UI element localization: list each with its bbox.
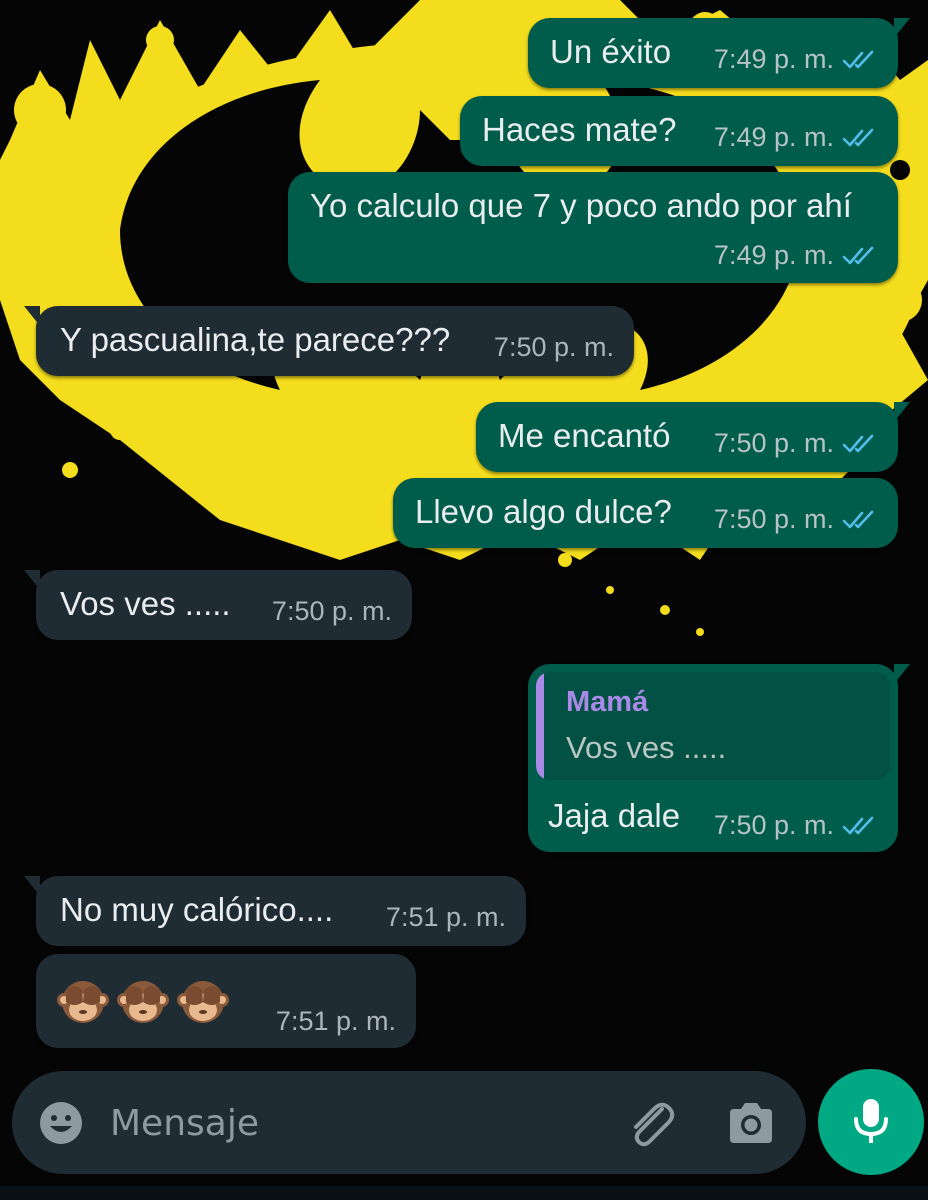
message-meta: 7:49 p. m. bbox=[714, 240, 878, 271]
emoji-icon[interactable] bbox=[38, 1100, 84, 1146]
chat-conversation: Un éxito 7:49 p. m. Haces mate? 7:49 p. … bbox=[0, 0, 928, 1070]
message-outgoing[interactable]: Yo calculo que 7 y poco ando por ahí 7:4… bbox=[288, 172, 898, 283]
message-time: 7:50 p. m. bbox=[271, 596, 392, 626]
message-time: 7:50 p. m. bbox=[713, 810, 834, 840]
double-check-read-icon bbox=[842, 816, 874, 834]
see-no-evil-monkey-icon bbox=[57, 981, 109, 1023]
message-text: Haces mate? bbox=[482, 111, 677, 148]
message-time: 7:49 p. m. bbox=[713, 122, 834, 152]
see-no-evil-monkey-icon bbox=[117, 981, 169, 1023]
message-meta: 7:49 p. m. bbox=[714, 122, 878, 153]
message-text: Llevo algo dulce? bbox=[415, 493, 672, 530]
message-text: Jaja dale bbox=[548, 797, 681, 834]
message-meta: 7:49 p. m. bbox=[714, 44, 878, 75]
double-check-read-icon bbox=[842, 128, 874, 146]
double-check-read-icon bbox=[842, 510, 874, 528]
message-text: Me encantó bbox=[498, 417, 671, 454]
message-meta: 7:51 p. m. bbox=[276, 1006, 396, 1037]
message-incoming[interactable]: Y pascualina,te parece??? 7:50 p. m. bbox=[24, 306, 634, 376]
message-time: 7:50 p. m. bbox=[713, 504, 834, 534]
message-incoming[interactable]: No muy calórico.... 7:51 p. m. bbox=[24, 876, 526, 946]
message-meta: 7:50 p. m. bbox=[272, 596, 392, 627]
quote-accent-bar bbox=[536, 672, 544, 780]
message-composer bbox=[12, 1071, 806, 1174]
message-time: 7:50 p. m. bbox=[713, 428, 834, 458]
quoted-message[interactable]: Mamá Vos ves ..... bbox=[536, 672, 890, 780]
message-time: 7:51 p. m. bbox=[275, 1006, 396, 1036]
quoted-text: Vos ves ..... bbox=[566, 730, 727, 765]
message-meta: 7:50 p. m. bbox=[714, 428, 878, 459]
message-incoming[interactable]: Vos ves ..... 7:50 p. m. bbox=[24, 570, 412, 640]
message-text: Yo calculo que 7 y poco ando por ahí bbox=[310, 187, 852, 224]
quoted-author: Mamá bbox=[566, 686, 649, 718]
message-time: 7:50 p. m. bbox=[493, 332, 614, 362]
voice-message-button[interactable] bbox=[818, 1069, 924, 1175]
message-time: 7:51 p. m. bbox=[385, 902, 506, 932]
message-meta: 7:50 p. m. bbox=[714, 504, 878, 535]
message-time: 7:49 p. m. bbox=[713, 240, 834, 270]
system-navigation-bar bbox=[0, 1186, 928, 1200]
double-check-read-icon bbox=[842, 246, 874, 264]
message-outgoing[interactable]: Un éxito 7:49 p. m. bbox=[528, 18, 910, 88]
message-outgoing[interactable]: Haces mate? 7:49 p. m. bbox=[460, 96, 898, 166]
message-text: Un éxito bbox=[550, 33, 672, 70]
message-meta: 7:51 p. m. bbox=[386, 902, 506, 933]
message-outgoing[interactable]: Llevo algo dulce? 7:50 p. m. bbox=[393, 478, 898, 548]
microphone-icon bbox=[854, 1099, 888, 1143]
emoji-row bbox=[56, 974, 230, 1028]
message-input[interactable] bbox=[110, 1095, 590, 1151]
attach-paperclip-icon[interactable] bbox=[624, 1099, 676, 1147]
message-meta: 7:50 p. m. bbox=[714, 810, 878, 841]
message-outgoing-reply[interactable]: Mamá Vos ves ..... Jaja dale 7:50 p. m. bbox=[528, 664, 910, 852]
double-check-read-icon bbox=[842, 50, 874, 68]
message-time: 7:49 p. m. bbox=[713, 44, 834, 74]
message-text: Vos ves ..... bbox=[60, 585, 231, 622]
message-incoming-emoji[interactable]: 7:51 p. m. bbox=[36, 954, 416, 1048]
camera-icon[interactable] bbox=[726, 1101, 776, 1145]
double-check-read-icon bbox=[842, 434, 874, 452]
message-text: No muy calórico.... bbox=[60, 891, 334, 928]
message-outgoing[interactable]: Me encantó 7:50 p. m. bbox=[476, 402, 910, 472]
message-text: Y pascualina,te parece??? bbox=[60, 321, 451, 358]
see-no-evil-monkey-icon bbox=[177, 981, 229, 1023]
message-meta: 7:50 p. m. bbox=[494, 332, 614, 363]
